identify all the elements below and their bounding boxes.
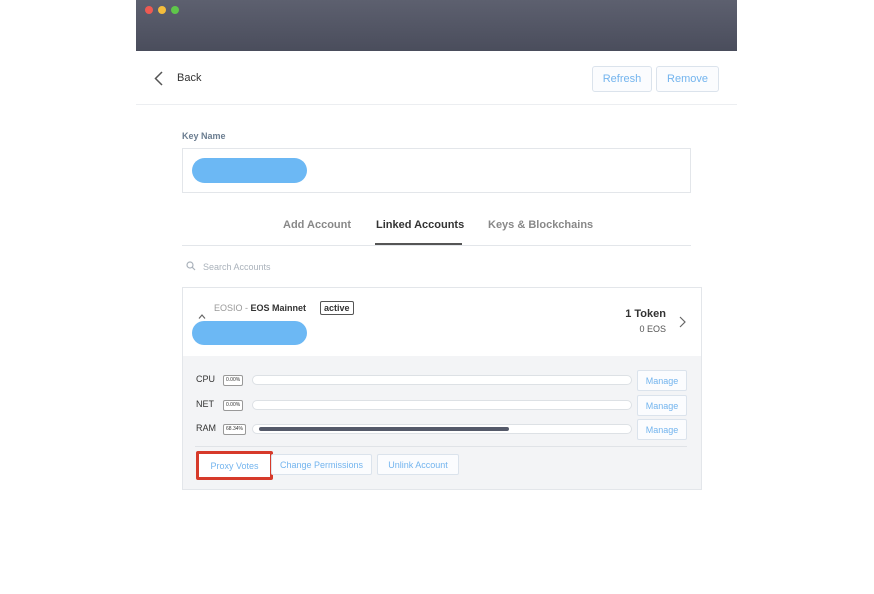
proxy-votes-button[interactable]: Proxy Votes [196, 451, 273, 480]
resource-label: RAM [196, 423, 216, 433]
resource-bar [252, 375, 632, 385]
resource-row-cpu: CPU 0.00% Manage [183, 370, 701, 391]
back-label: Back [177, 72, 202, 84]
divider [195, 446, 687, 447]
resource-label: CPU [196, 374, 216, 384]
manage-net-button[interactable]: Manage [637, 395, 687, 416]
account-summary[interactable]: EOSIO - EOS Mainnet active 1 Token 0 EOS [183, 288, 701, 356]
close-window-button[interactable] [145, 6, 153, 14]
redacted-key-name [192, 158, 307, 183]
search-placeholder: Search Accounts [203, 262, 271, 272]
minimize-window-button[interactable] [158, 6, 166, 14]
resource-percent: 0.00% [223, 375, 244, 386]
chain-name: EOSIO - [214, 303, 249, 313]
active-tab-indicator [375, 243, 462, 245]
change-permissions-button[interactable]: Change Permissions [271, 454, 372, 475]
permission-badge: active [320, 301, 354, 315]
resource-row-ram: RAM 68.34% Manage [183, 419, 701, 440]
chevron-left-icon [154, 70, 163, 86]
resource-bar [252, 424, 632, 434]
page-header: Back Refresh Remove [136, 51, 737, 105]
resource-bar [252, 400, 632, 410]
resource-percent: 68.34% [223, 424, 246, 435]
token-count: 1 Token [625, 308, 666, 320]
remove-button[interactable]: Remove [656, 66, 719, 92]
refresh-button[interactable]: Refresh [592, 66, 652, 92]
search-accounts[interactable]: Search Accounts [186, 259, 271, 275]
token-balance: 0 EOS [639, 324, 666, 334]
back-button[interactable]: Back [154, 68, 201, 88]
resource-row-net: NET 0.00% Manage [183, 395, 701, 416]
title-bar [136, 0, 737, 51]
tab-keys-blockchains[interactable]: Keys & Blockchains [488, 219, 593, 231]
key-name-field[interactable] [182, 148, 691, 193]
resource-percent: 0.00% [223, 400, 244, 411]
tab-linked-accounts[interactable]: Linked Accounts [376, 219, 464, 231]
manage-cpu-button[interactable]: Manage [637, 370, 687, 391]
chevron-right-icon[interactable] [679, 315, 686, 333]
network-name: EOS Mainnet [250, 303, 307, 313]
redacted-account-name [192, 321, 307, 345]
linked-account-card: EOSIO - EOS Mainnet active 1 Token 0 EOS… [182, 287, 702, 490]
resource-label: NET [196, 399, 214, 409]
app-window: Back Refresh Remove Key Name Add Account… [136, 0, 737, 594]
account-details: CPU 0.00% Manage NET 0.00% Manage RAM 68… [183, 356, 701, 489]
maximize-window-button[interactable] [171, 6, 179, 14]
search-icon [186, 258, 196, 276]
manage-ram-button[interactable]: Manage [637, 419, 687, 440]
account-network: EOSIO - EOS Mainnet [214, 303, 306, 313]
key-name-label: Key Name [182, 131, 226, 141]
tab-bar: Add Account Linked Accounts Keys & Block… [182, 212, 691, 246]
unlink-account-button[interactable]: Unlink Account [377, 454, 459, 475]
tab-add-account[interactable]: Add Account [283, 219, 351, 231]
resource-bar-fill [259, 427, 510, 431]
